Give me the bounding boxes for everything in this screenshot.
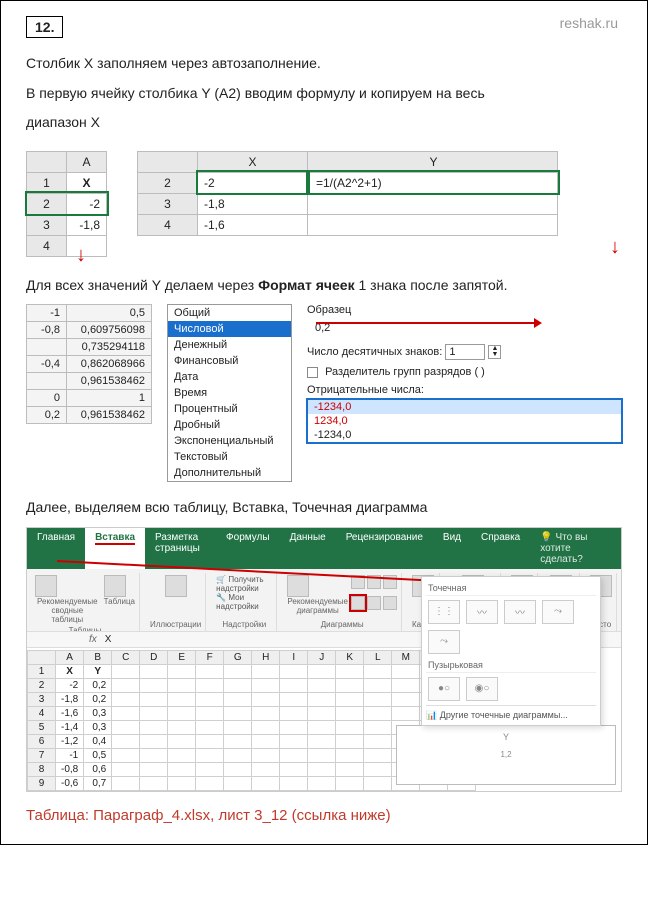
format-option-number[interactable]: Числовой xyxy=(168,321,291,337)
instruction-line-4: Далее, выделяем всю таблицу, Вставка, То… xyxy=(26,494,622,521)
chart-type-icon[interactable] xyxy=(367,596,381,610)
thousands-separator-checkbox[interactable] xyxy=(307,367,318,378)
tab-formulas[interactable]: Формулы xyxy=(216,528,280,569)
decimal-places-label: Число десятичных знаков: xyxy=(307,346,442,358)
bubble-variant-icon[interactable]: ●○ xyxy=(428,677,460,701)
format-option-general[interactable]: Общий xyxy=(168,305,291,321)
scatter-variant-icon[interactable]: 〰 xyxy=(466,600,498,624)
ribbon-group-illustrations[interactable]: Иллюстрации xyxy=(146,573,206,631)
negative-numbers-label: Отрицательные числа: xyxy=(307,384,622,396)
excel-ribbon: Главная Вставка Разметка страницы Формул… xyxy=(26,527,622,792)
tab-view[interactable]: Вид xyxy=(433,528,471,569)
excel-snippet-formula: XY 2-2=1/(A2^2+1) 3-1,8 4-1,6 xyxy=(137,151,558,236)
instruction-line-2b: диапазон X xyxy=(26,109,622,136)
scatter-variant-icon[interactable]: ⤳ xyxy=(542,600,574,624)
pivot-icon[interactable] xyxy=(35,575,57,597)
chart-type-icon[interactable] xyxy=(383,596,397,610)
number-format-list[interactable]: Общий Числовой Денежный Финансовый Дата … xyxy=(167,304,292,482)
tab-data[interactable]: Данные xyxy=(280,528,336,569)
scatter-chart-dropdown[interactable]: Точечная ⋮⋮ 〰 〰 ⤳ ⤳ Пузырьковая ●○ ◉○ 📊 … xyxy=(421,576,601,726)
file-reference-link[interactable]: Таблица: Параграф_4.xlsx, лист 3_12 (ссы… xyxy=(26,807,622,824)
bubble-variant-icon[interactable]: ◉○ xyxy=(466,677,498,701)
format-option-custom[interactable]: Дополнительный xyxy=(168,465,291,481)
table-icon[interactable] xyxy=(104,575,126,597)
task-number: 12. xyxy=(26,16,63,38)
format-settings-panel: Образец 0,2 Число десятичных знаков: 1 ▲… xyxy=(307,304,622,443)
format-option-percent[interactable]: Процентный xyxy=(168,401,291,417)
format-option-accounting[interactable]: Финансовый xyxy=(168,353,291,369)
scatter-variant-icon[interactable]: ⋮⋮ xyxy=(428,600,460,624)
scatter-variant-icon[interactable]: 〰 xyxy=(504,600,536,624)
tab-help[interactable]: Справка xyxy=(471,528,530,569)
ribbon-group-addins[interactable]: 🛒 Получить надстройки 🔧 Мои надстройки Н… xyxy=(212,573,277,631)
decimal-places-input[interactable]: 1 xyxy=(445,344,485,360)
dropdown-header-bubble: Пузырьковая xyxy=(426,658,596,673)
format-option-currency[interactable]: Денежный xyxy=(168,337,291,353)
instruction-line-1: Столбик X заполняем через автозаполнение… xyxy=(26,50,622,77)
more-scatter-link[interactable]: 📊 Другие точечные диаграммы... xyxy=(426,705,596,721)
excel-snippet-1: A 1X 2-2 3-1,8 4 xyxy=(26,151,107,257)
format-option-fraction[interactable]: Дробный xyxy=(168,417,291,433)
scatter-variant-icon[interactable]: ⤳ xyxy=(428,630,460,654)
dropdown-header-scatter: Точечная xyxy=(426,581,596,596)
tab-page-layout[interactable]: Разметка страницы xyxy=(145,528,216,569)
decimal-spinner[interactable]: ▲▼ xyxy=(488,345,501,359)
spinner-down-icon[interactable]: ▼ xyxy=(489,352,500,358)
scatter-chart-icon[interactable] xyxy=(351,596,365,610)
sample-label: Образец xyxy=(307,304,622,316)
format-option-text[interactable]: Текстовый xyxy=(168,449,291,465)
fx-icon[interactable]: fx xyxy=(89,634,97,645)
formula-value[interactable]: X xyxy=(105,634,112,645)
ribbon-group-tables[interactable]: Рекомендуемые сводные таблицы Таблица Та… xyxy=(31,573,140,631)
thousands-separator-label: Разделитель групп разрядов ( ) xyxy=(325,366,485,378)
tab-review[interactable]: Рецензирование xyxy=(336,528,433,569)
illustrations-icon[interactable] xyxy=(165,575,187,597)
autofill-arrow-icon: ↓ xyxy=(610,236,620,259)
format-option-scientific[interactable]: Экспоненциальный xyxy=(168,433,291,449)
format-option-date[interactable]: Дата xyxy=(168,369,291,385)
data-preview-table: -10,5 -0,80,609756098 0,735294118 -0,40,… xyxy=(26,304,152,424)
recommended-charts-icon[interactable] xyxy=(287,575,309,597)
instruction-line-2a: В первую ячейку столбика Y (А2) вводим ф… xyxy=(26,80,622,107)
autofill-arrow-icon: ↓ xyxy=(76,244,86,267)
ribbon-group-charts[interactable]: Рекомендуемые диаграммы Диаграммы xyxy=(283,573,402,631)
format-option-time[interactable]: Время xyxy=(168,385,291,401)
red-arrow-icon xyxy=(316,322,536,324)
embedded-chart[interactable]: Y 1,2 xyxy=(396,725,616,785)
negative-numbers-list[interactable]: -1234,0 1234,0 -1234,0 xyxy=(307,399,622,443)
watermark-text: reshak.ru xyxy=(560,15,618,31)
instruction-line-3: Для всех значений Y делаем через Формат … xyxy=(26,272,622,299)
